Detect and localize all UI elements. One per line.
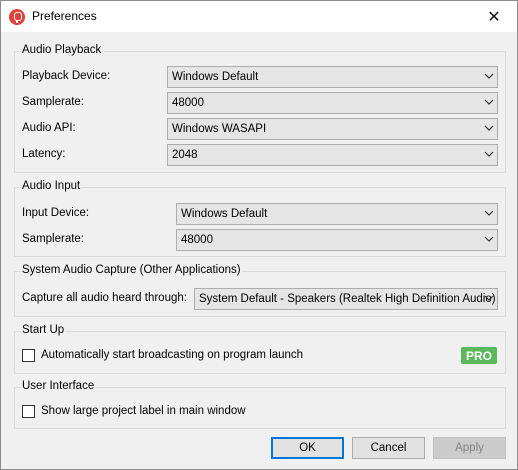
chevron-down-icon xyxy=(484,125,494,131)
chevron-down-icon xyxy=(484,73,494,79)
latency-label: Latency: xyxy=(22,148,66,160)
playback-samplerate-value: 48000 xyxy=(172,97,204,109)
audio-api-select[interactable]: Windows WASAPI xyxy=(167,118,498,140)
user-interface-group-label: User Interface xyxy=(21,380,96,392)
playback-device-label: Playback Device: xyxy=(22,70,111,82)
playback-device-value: Windows Default xyxy=(172,71,259,83)
input-samplerate-value: 48000 xyxy=(181,234,213,246)
playback-device-select[interactable]: Windows Default xyxy=(167,66,498,88)
capture-device-value: System Default - Speakers (Realtek High … xyxy=(199,293,496,305)
close-button[interactable]: ✕ xyxy=(471,1,517,32)
playback-samplerate-label: Samplerate: xyxy=(22,96,85,108)
latency-select[interactable]: 2048 xyxy=(167,144,498,166)
input-samplerate-select[interactable]: 48000 xyxy=(176,229,498,251)
window-title: Preferences xyxy=(32,9,97,23)
chevron-down-icon xyxy=(484,151,494,157)
capture-device-select[interactable]: System Default - Speakers (Realtek High … xyxy=(194,288,498,310)
apply-button[interactable]: Apply xyxy=(433,437,506,459)
latency-value: 2048 xyxy=(172,149,198,161)
chevron-down-icon xyxy=(484,236,494,242)
playback-samplerate-select[interactable]: 48000 xyxy=(167,92,498,114)
preferences-window: Preferences ✕ Audio Playback Playback De… xyxy=(0,0,518,470)
audio-api-label: Audio API: xyxy=(22,122,76,134)
chevron-down-icon xyxy=(484,210,494,216)
chevron-down-icon xyxy=(484,295,494,301)
audio-api-value: Windows WASAPI xyxy=(172,123,267,135)
chevron-down-icon xyxy=(484,99,494,105)
title-bar: Preferences ✕ xyxy=(1,1,517,32)
system-capture-group-label: System Audio Capture (Other Applications… xyxy=(21,264,242,276)
ok-button[interactable]: OK xyxy=(271,437,344,459)
input-samplerate-label: Samplerate: xyxy=(22,233,85,245)
audio-input-group-label: Audio Input xyxy=(21,180,82,192)
large-label-checkbox[interactable] xyxy=(22,405,35,418)
startup-group-label: Start Up xyxy=(21,324,66,336)
input-device-value: Windows Default xyxy=(181,208,268,220)
cancel-button[interactable]: Cancel xyxy=(352,437,425,459)
pro-badge: PRO xyxy=(461,347,497,364)
input-device-label: Input Device: xyxy=(22,207,90,219)
large-label-label[interactable]: Show large project label in main window xyxy=(41,405,246,417)
close-icon: ✕ xyxy=(487,8,501,26)
capture-label: Capture all audio heard through: xyxy=(22,292,187,304)
audio-playback-group-label: Audio Playback xyxy=(21,44,103,56)
microphone-icon xyxy=(9,9,25,25)
auto-broadcast-checkbox[interactable] xyxy=(22,349,35,362)
input-device-select[interactable]: Windows Default xyxy=(176,203,498,225)
auto-broadcast-label[interactable]: Automatically start broadcasting on prog… xyxy=(41,349,303,361)
